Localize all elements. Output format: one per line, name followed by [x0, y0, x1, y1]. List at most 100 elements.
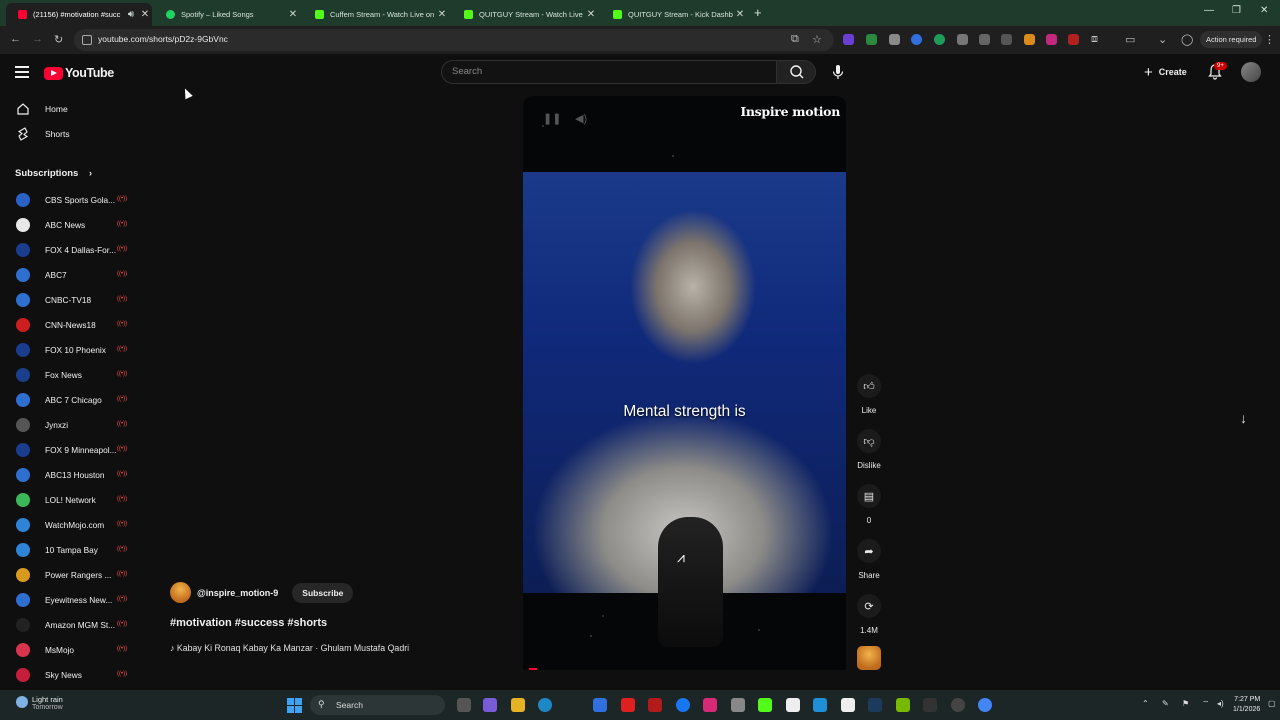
chrome-icon[interactable] [978, 698, 992, 712]
file-explorer-icon[interactable] [511, 698, 525, 712]
sidebar-subscription-item[interactable]: 10 Tampa Bay ((•)) [0, 539, 140, 561]
channel-handle[interactable]: @inspire_motion-9 [197, 588, 278, 598]
video-title[interactable]: #motivation #success #shorts [170, 617, 327, 629]
nvidia-icon[interactable] [896, 698, 910, 712]
tray-chevron-icon[interactable]: ⌃ [1142, 699, 1149, 708]
windows-start-icon[interactable] [287, 698, 302, 713]
sidebar-subscription-item[interactable]: Sky News ((•)) [0, 664, 140, 686]
create-button[interactable]: + Create [1138, 60, 1193, 84]
sidebar-subscription-item[interactable]: Eyewitness New... ((•)) [0, 589, 140, 611]
sidebar-subscription-item[interactable]: FOX 9 Minneapol... ((•)) [0, 439, 140, 461]
sidebar-subscription-item[interactable]: Fox News ((•)) [0, 364, 140, 386]
speaker-icon[interactable]: ◂) [1217, 699, 1224, 708]
tab-kick-dashboard[interactable]: QUITGUY Stream - Kick Dashbo ✕ [601, 3, 747, 26]
sidebar-subscription-item[interactable]: CBS Sports Gola... ((•)) [0, 189, 140, 211]
tab-close-icon[interactable]: ✕ [138, 9, 152, 20]
comments-button[interactable]: ▤ 0 [857, 484, 881, 525]
channel-avatar[interactable] [170, 582, 191, 603]
extension-icon[interactable] [843, 34, 854, 45]
bookmark-star-icon[interactable]: ☆ [812, 33, 822, 46]
tab-speaker-icon[interactable]: 🔊︎ [124, 9, 138, 20]
tray-icon[interactable]: ✎ [1162, 699, 1169, 708]
extension-icon[interactable] [1046, 34, 1057, 45]
extension-icon[interactable] [1001, 34, 1012, 45]
sidebar-subscription-item[interactable]: Power Rangers ... ((•)) [0, 564, 140, 586]
site-info-icon[interactable] [82, 35, 92, 45]
extension-icon[interactable] [957, 34, 968, 45]
extension-icon[interactable] [866, 34, 877, 45]
menu-dots-icon[interactable]: ⋮ [1264, 33, 1275, 46]
youtube-logo[interactable]: YouTube [44, 66, 114, 80]
instagram-icon[interactable] [703, 698, 717, 712]
tab-search-icon[interactable]: ⌄ [1158, 33, 1167, 46]
weather-widget[interactable]: Light rain Tomorrow [14, 695, 63, 711]
sidebar-subscription-item[interactable]: Jynxzi ((•)) [0, 414, 140, 436]
dislike-button[interactable]: 👎︎ Dislike [857, 429, 881, 470]
taskbar-search[interactable]: ⚲ Search [310, 695, 445, 715]
account-avatar[interactable] [1241, 62, 1261, 82]
wifi-icon[interactable]: ⌔ [1202, 699, 1210, 709]
tray-icon[interactable]: ⚑ [1182, 699, 1189, 708]
extension-icon[interactable] [889, 34, 900, 45]
kick-app-icon[interactable] [758, 698, 772, 712]
extension-icon[interactable] [1068, 34, 1079, 45]
facebook-icon[interactable] [676, 698, 690, 712]
sidebar-subscription-item[interactable]: CNN-News18 ((•)) [0, 314, 140, 336]
extensions-puzzle-icon[interactable]: ⧈ [1091, 33, 1098, 46]
search-button[interactable] [776, 60, 816, 84]
tab-kick-cuffem[interactable]: Cuffem Stream - Watch Live on ✕ [303, 3, 449, 26]
youtube-app-icon[interactable] [621, 698, 635, 712]
sidebar-item-shorts[interactable]: Shorts [0, 123, 140, 145]
sidebar-subscription-item[interactable]: ABC7 ((•)) [0, 264, 140, 286]
volume-icon[interactable]: ◀) [575, 112, 587, 125]
copilot-icon[interactable] [483, 698, 497, 712]
sidebar-subscription-item[interactable]: ABC News ((•)) [0, 214, 140, 236]
sidebar-item-home[interactable]: Home [0, 98, 140, 120]
side-panel-icon[interactable]: ▭ [1125, 33, 1135, 46]
extension-icon[interactable] [1024, 34, 1035, 45]
app-icon[interactable] [951, 698, 965, 712]
app-icon[interactable] [813, 698, 827, 712]
sound-thumbnail[interactable] [857, 646, 881, 670]
notification-center-icon[interactable]: ▢ [1268, 699, 1276, 708]
epic-games-icon[interactable] [923, 698, 937, 712]
back-icon[interactable]: ← [10, 33, 21, 45]
amazon-icon[interactable] [786, 698, 800, 712]
subscriptions-heading[interactable]: Subscriptions › [15, 168, 92, 179]
tab-close-icon[interactable]: ✕ [286, 9, 300, 20]
music-credit[interactable]: ♪ Kabay Ki Ronaq Kabay Ka Manzar · Ghula… [170, 643, 409, 653]
sidebar-subscription-item[interactable]: ABC 7 Chicago ((•)) [0, 389, 140, 411]
profile-icon[interactable]: ◯ [1181, 33, 1193, 46]
like-button[interactable]: 👍︎ Like [857, 374, 881, 415]
tab-youtube[interactable]: (21156) #motivation #succ 🔊︎ ✕ [6, 3, 152, 26]
system-clock[interactable]: 7:27 PM 1/1/2026 [1233, 695, 1260, 715]
task-view-icon[interactable] [457, 698, 471, 712]
tab-spotify[interactable]: Spotify – Liked Songs ✕ [154, 3, 300, 26]
app-icon[interactable] [648, 698, 662, 712]
share-button[interactable]: ➦ Share [857, 539, 881, 580]
shorts-video-player[interactable]: ❚❚ ◀) Inspire motion Mental strength is … [523, 96, 846, 670]
minimize-icon[interactable]: — [1204, 5, 1214, 16]
voice-search-button[interactable] [826, 60, 850, 84]
close-window-icon[interactable]: ✕ [1260, 5, 1268, 16]
tab-close-icon[interactable]: ✕ [733, 9, 747, 20]
tab-close-icon[interactable]: ✕ [435, 9, 449, 20]
tab-close-icon[interactable]: ✕ [584, 9, 598, 20]
sidebar-subscription-item[interactable]: FOX 4 Dallas-For... ((•)) [0, 239, 140, 261]
sidebar-subscription-item[interactable]: Amazon MGM St... ((•)) [0, 614, 140, 636]
url-bar[interactable]: youtube.com/shorts/pD2z-9GbVnc [74, 29, 834, 51]
restore-icon[interactable]: ❐ [1232, 5, 1241, 16]
steam-icon[interactable] [868, 698, 882, 712]
sidebar-subscription-item[interactable]: CNBC-TV18 ((•)) [0, 289, 140, 311]
edge-icon[interactable] [538, 698, 552, 712]
remix-button[interactable]: ⟳ 1.4M [857, 594, 881, 635]
next-short-arrow-icon[interactable]: ↓ [1240, 410, 1247, 426]
extension-icon[interactable] [979, 34, 990, 45]
subscribe-button[interactable]: Subscribe [292, 582, 354, 603]
sidebar-subscription-item[interactable]: LOL! Network ((•)) [0, 489, 140, 511]
guide-menu-icon[interactable] [15, 66, 29, 81]
sidebar-subscription-item[interactable]: MsMojo ((•)) [0, 639, 140, 661]
sidebar-subscription-item[interactable]: FOX 10 Phoenix ((•)) [0, 339, 140, 361]
app-icon[interactable] [841, 698, 855, 712]
new-tab-button[interactable]: + [754, 5, 762, 20]
